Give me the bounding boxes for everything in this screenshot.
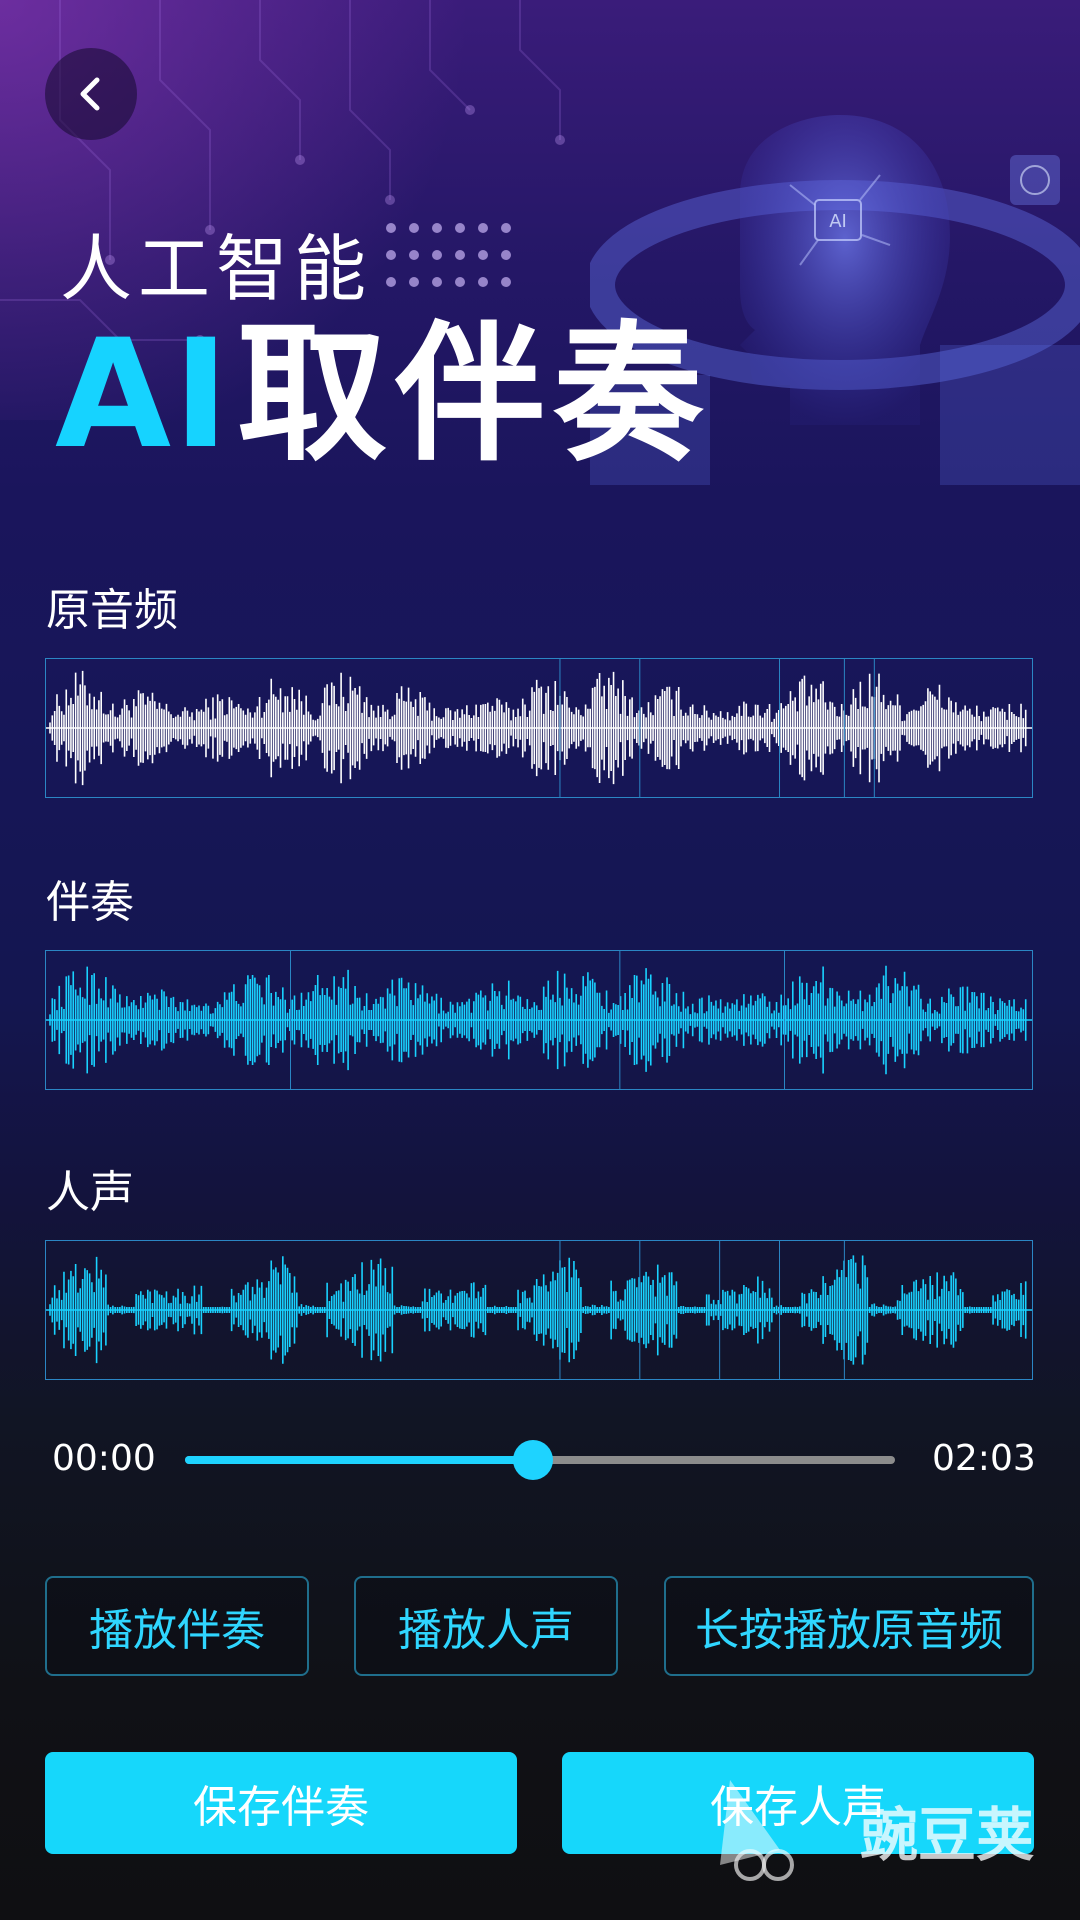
- title-text: 取伴奏: [236, 308, 711, 482]
- progress-fill: [185, 1456, 533, 1464]
- play-accompaniment-button[interactable]: 播放伴奏: [45, 1576, 309, 1676]
- waveform-accompaniment[interactable]: [45, 950, 1033, 1090]
- track-label-original: 原音频: [46, 585, 178, 636]
- total-time: 02:03: [932, 1438, 1036, 1479]
- watermark-mascot-icon: [720, 1780, 794, 1881]
- waveform-bars-vocals: [46, 1241, 1032, 1379]
- watermark-logo: 豌豆荚: [710, 1770, 1050, 1890]
- long-press-original-button[interactable]: 长按播放原音频: [664, 1576, 1034, 1676]
- waveform-original[interactable]: [45, 658, 1033, 798]
- progress-thumb[interactable]: [512, 1440, 553, 1480]
- waveform-vocals[interactable]: [45, 1240, 1033, 1380]
- progress-slider[interactable]: [185, 1440, 895, 1480]
- play-vocals-button[interactable]: 播放人声: [354, 1576, 618, 1676]
- chevron-left-icon: [80, 77, 100, 111]
- page-title: AI取伴奏: [55, 320, 711, 470]
- watermark-text: 豌豆荚: [860, 1801, 1035, 1869]
- dot-pattern: [386, 223, 511, 287]
- svg-text:AI: AI: [829, 211, 847, 232]
- waveform-bars-original: [46, 659, 1032, 797]
- waveform-bars-accompaniment: [46, 951, 1032, 1089]
- track-label-accompaniment: 伴奏: [46, 877, 134, 928]
- track-label-vocals: 人声: [46, 1167, 134, 1218]
- title-ai: AI: [55, 308, 231, 482]
- save-accompaniment-button[interactable]: 保存伴奏: [45, 1752, 517, 1854]
- current-time: 00:00: [52, 1438, 156, 1479]
- subtitle: 人工智能: [60, 227, 373, 311]
- back-button[interactable]: [45, 48, 137, 140]
